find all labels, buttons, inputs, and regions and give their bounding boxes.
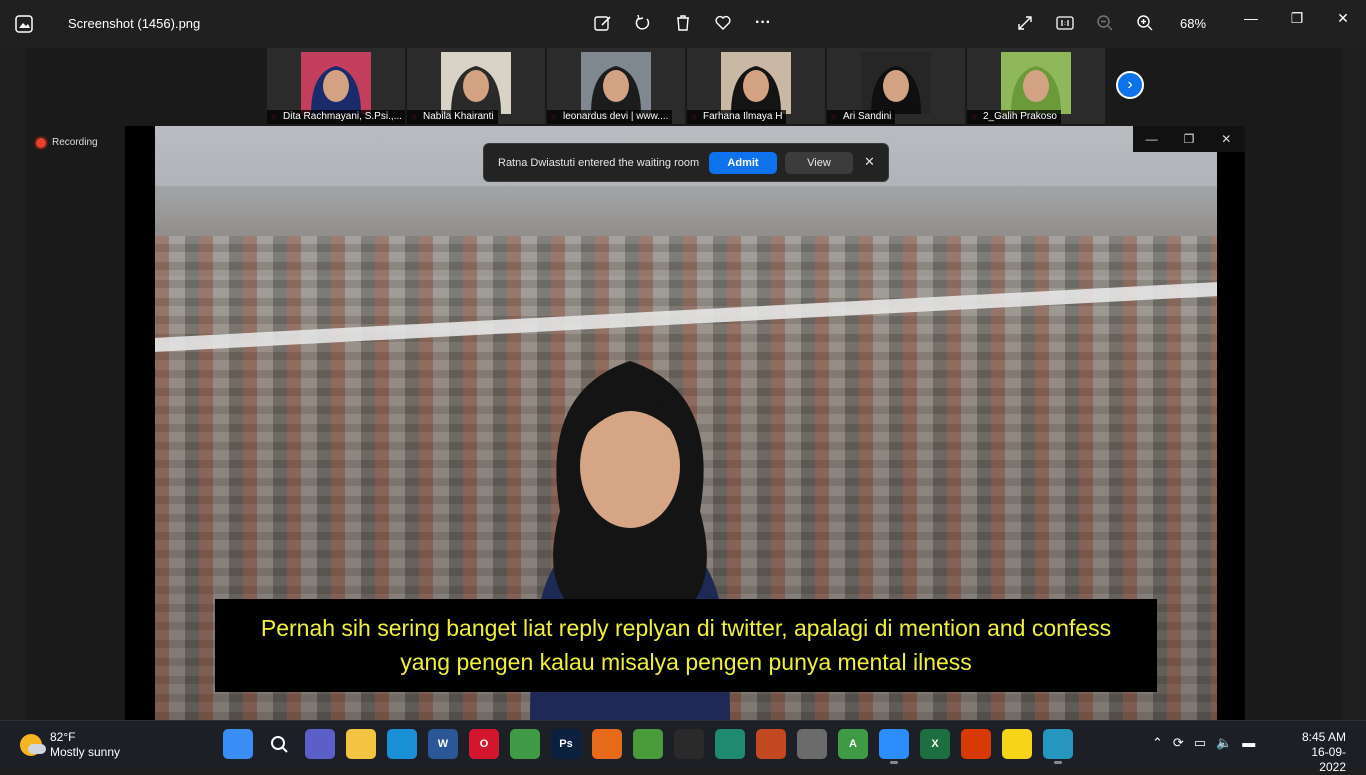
favorite-icon[interactable]	[712, 12, 734, 34]
title-bar: Screenshot (1456).png ··· 68% — ❐ ✕	[0, 0, 1366, 48]
participant-video-icon	[1001, 52, 1071, 114]
view-button[interactable]: View	[785, 152, 853, 174]
greenshot-icon[interactable]	[633, 729, 663, 759]
recording-indicator: Recording	[36, 137, 98, 148]
minimize-button[interactable]: —	[1228, 8, 1274, 28]
meet-icon[interactable]	[305, 729, 335, 759]
chrome-profile-icon[interactable]	[756, 729, 786, 759]
participant-name: Ari Sandini	[827, 110, 896, 124]
weather-condition: Mostly sunny	[50, 745, 121, 759]
clock[interactable]: 8:45 AM 16-09-2022	[1286, 730, 1346, 775]
edit-image-icon[interactable]	[592, 12, 614, 34]
display-icon[interactable]: ▭	[1194, 735, 1206, 751]
sticky-notes-icon[interactable]	[1002, 729, 1032, 759]
participant-name: 2_Galih Prakoso	[967, 110, 1061, 124]
participant-name: leonardus devi | www....	[547, 110, 673, 124]
zoom-level[interactable]: 68%	[1180, 16, 1206, 31]
next-participants-button[interactable]: ›	[1116, 71, 1144, 99]
participant-tile[interactable]: ✕Ari Sandini	[827, 48, 965, 124]
weather-temp: 82°F	[50, 730, 76, 744]
clock-date: 16-09-2022	[1311, 745, 1346, 774]
video-restore-button[interactable]: ❐	[1170, 126, 1207, 152]
waiting-room-message: Ratna Dwiastuti entered the waiting room	[498, 157, 700, 169]
chrome-icon[interactable]	[510, 729, 540, 759]
office-icon[interactable]	[961, 729, 991, 759]
participant-tile[interactable]: ✕Dita Rachmayani, S.Psi.,...	[267, 48, 405, 124]
start-icon[interactable]	[223, 729, 253, 759]
close-notification-icon[interactable]: ✕	[864, 154, 875, 170]
participant-video-icon	[301, 52, 371, 114]
system-tray: ⌃ ⟳ ▭ 🔈 ▬	[1152, 735, 1255, 751]
firefox-icon[interactable]	[592, 729, 622, 759]
participant-tile[interactable]: ✕leonardus devi | www....	[547, 48, 685, 124]
video-close-button[interactable]: ✕	[1208, 126, 1245, 152]
chrome-a-icon[interactable]: A	[838, 729, 868, 759]
recording-dot-icon	[36, 137, 46, 148]
participant-name: Dita Rachmayani, S.Psi.,...	[267, 110, 405, 124]
recording-label: Recording	[52, 137, 98, 148]
window-title: Screenshot (1456).png	[68, 16, 201, 31]
excel-icon[interactable]: X	[920, 729, 950, 759]
participant-video-icon	[581, 52, 651, 114]
chevron-up-icon[interactable]: ⌃	[1152, 735, 1163, 751]
video-minimize-button[interactable]: —	[1133, 126, 1170, 152]
word-icon[interactable]: W	[428, 729, 458, 759]
admit-button[interactable]: Admit	[709, 152, 777, 174]
rotate-icon[interactable]	[632, 12, 654, 34]
delete-icon[interactable]	[672, 12, 694, 34]
tools-icon[interactable]	[797, 729, 827, 759]
file-explorer-icon[interactable]	[346, 729, 376, 759]
opera-icon[interactable]: O	[469, 729, 499, 759]
participant-tile[interactable]: ✕Farhana Ilmaya H	[687, 48, 825, 124]
photoshop-icon[interactable]: Ps	[551, 729, 581, 759]
weather-sun-icon	[20, 734, 46, 756]
pinned-apps: W O Ps A X	[223, 729, 1073, 764]
fullscreen-icon[interactable]	[1014, 12, 1036, 34]
participant-tile[interactable]: ✕Nabila Khairanti	[407, 48, 545, 124]
sync-icon[interactable]: ⟳	[1173, 735, 1184, 751]
participant-name: Nabila Khairanti	[407, 110, 498, 124]
zoom-out-icon[interactable]	[1094, 12, 1116, 34]
more-icon[interactable]: ···	[752, 12, 774, 34]
video-window-controls: — ❐ ✕	[1133, 126, 1245, 152]
restore-button[interactable]: ❐	[1274, 8, 1320, 28]
photos-app-icon	[15, 15, 33, 33]
caption-line-1: Pernah sih sering banget liat reply repl…	[260, 615, 1112, 641]
participant-name: Farhana Ilmaya H	[687, 110, 787, 124]
waiting-room-notification: Ratna Dwiastuti entered the waiting room…	[483, 143, 889, 182]
taskbar: 82°F Mostly sunny W O Ps A X ⌃ ⟳ ▭ 🔈 ▬ 8:45 AM 1…	[0, 720, 1366, 774]
weather-widget[interactable]: 82°F Mostly sunny	[20, 730, 120, 760]
search-icon[interactable]	[264, 729, 294, 759]
caption-line-2: yang pengen kalau misalya pengen punya m…	[400, 649, 972, 675]
close-button[interactable]: ✕	[1320, 8, 1366, 28]
participant-strip: ✕Dita Rachmayani, S.Psi.,...✕Nabila Khai…	[267, 48, 1105, 124]
participant-video-icon	[721, 52, 791, 114]
subtitle-caption: Pernah sih sering banget liat reply repl…	[215, 599, 1157, 692]
participant-video-icon	[861, 52, 931, 114]
volume-icon[interactable]: 🔈	[1216, 735, 1232, 751]
battery-icon[interactable]: ▬	[1242, 735, 1255, 751]
edge-icon[interactable]	[387, 729, 417, 759]
participant-tile[interactable]: ✕2_Galih Prakoso	[967, 48, 1105, 124]
app-icon[interactable]	[715, 729, 745, 759]
clock-time: 8:45 AM	[1301, 730, 1346, 744]
zoom-in-icon[interactable]	[1134, 12, 1156, 34]
zoom-app-icon[interactable]	[879, 729, 909, 764]
participant-video-icon	[441, 52, 511, 114]
obs-icon[interactable]	[674, 729, 704, 759]
actual-size-icon[interactable]	[1054, 12, 1076, 34]
photos-icon[interactable]	[1043, 729, 1073, 764]
